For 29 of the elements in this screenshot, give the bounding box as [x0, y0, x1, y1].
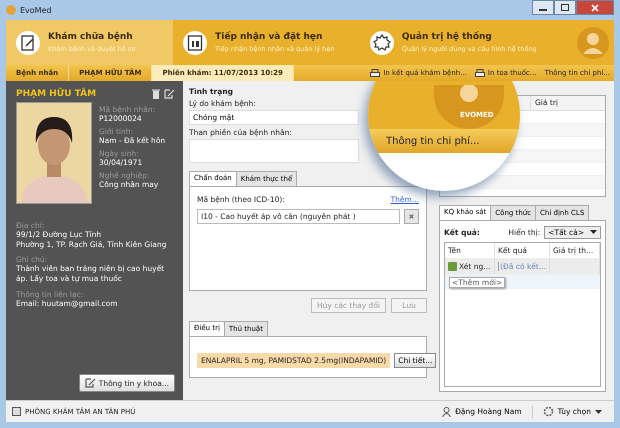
module-title: Khám chữa bệnh [48, 32, 134, 42]
printer-icon [370, 68, 380, 78]
edit-icon [84, 378, 96, 388]
cost-info-button[interactable]: Thông tin chi phí... [368, 129, 520, 153]
printer-icon [474, 68, 485, 78]
module-title: Tiếp nhận và đặt hẹn [215, 32, 324, 42]
doctor-logo-icon [576, 26, 610, 60]
maximize-button[interactable] [554, 0, 576, 15]
patient-name: PHẠM HỮU TÂM [16, 89, 96, 99]
edit-icon[interactable] [164, 89, 175, 99]
user-icon [442, 406, 452, 416]
close-icon [591, 4, 599, 12]
caret-icon [595, 410, 602, 414]
maximize-icon [561, 4, 569, 11]
module-title: Quản trị hệ thống [402, 32, 493, 42]
gear-icon [370, 30, 394, 54]
calendar-icon [183, 30, 208, 54]
caret-icon [590, 230, 597, 234]
window-title: EvoMed [20, 6, 52, 14]
clinic-icon [12, 407, 21, 416]
notepad-icon [16, 30, 40, 54]
complaint-field[interactable] [189, 139, 359, 163]
doctor-logo-icon [434, 85, 504, 129]
flask-icon [448, 262, 457, 271]
minimize-button[interactable] [532, 0, 554, 15]
close-button[interactable] [576, 0, 614, 15]
trash-icon [152, 89, 160, 99]
app-logo-icon [6, 5, 16, 15]
gear-icon [542, 406, 554, 417]
